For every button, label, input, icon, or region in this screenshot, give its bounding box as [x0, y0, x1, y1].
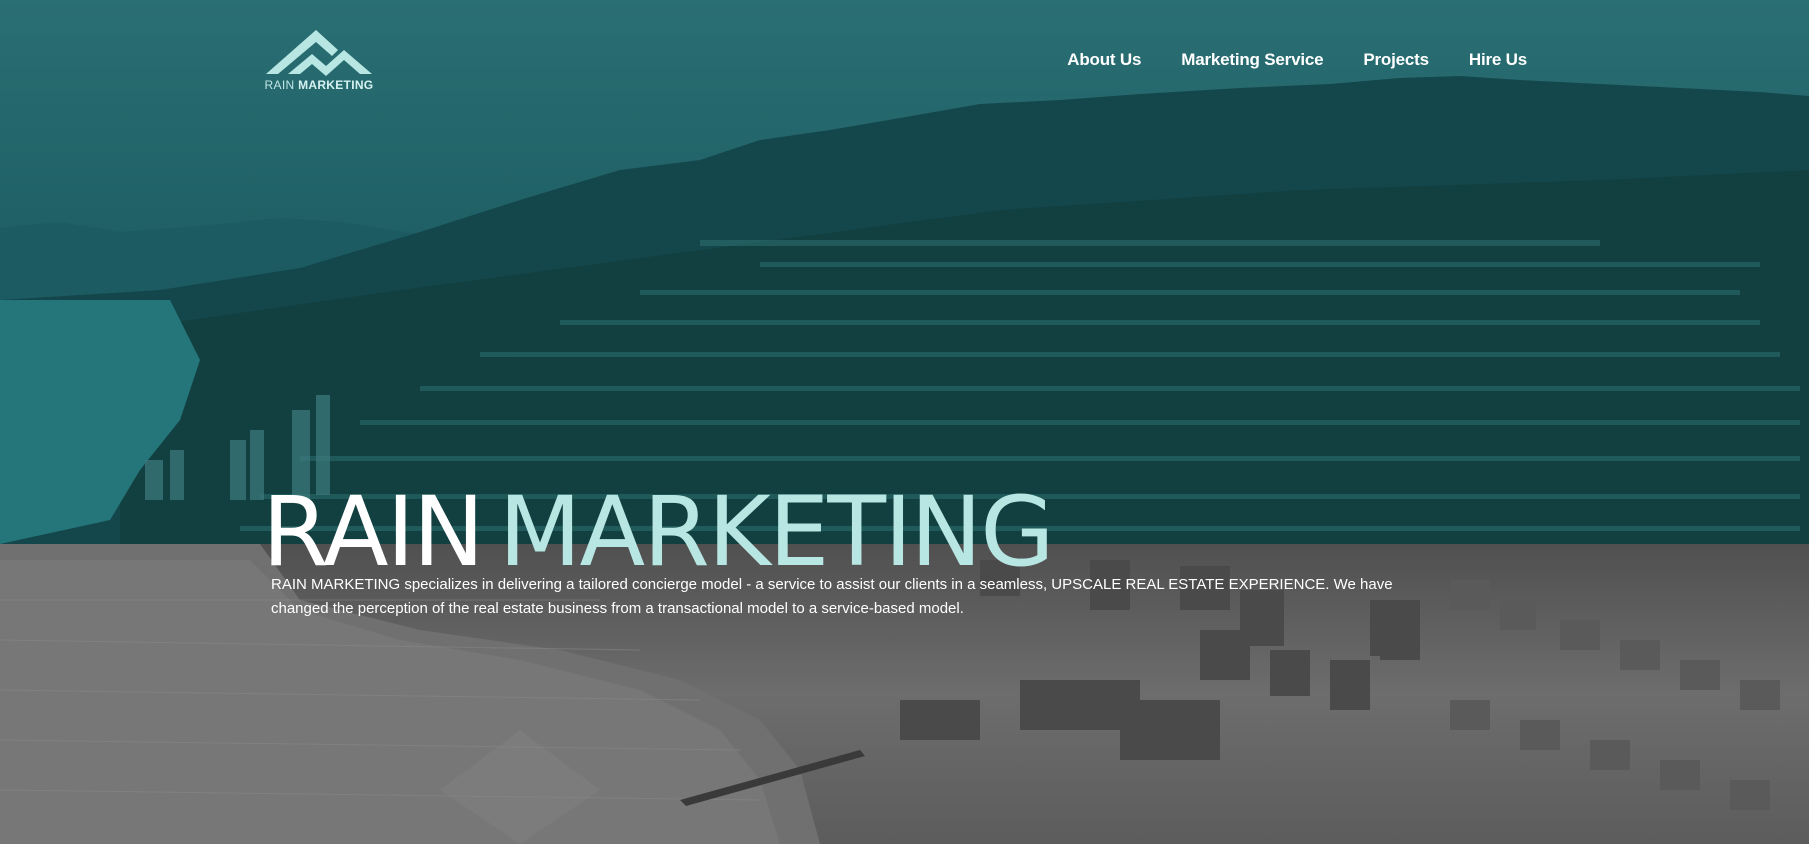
hero-title-word2: MARKETING	[498, 476, 1055, 589]
logo-word1: RAIN	[264, 78, 295, 92]
nav-item-projects[interactable]: Projects	[1363, 50, 1429, 70]
logo-word2: MARKETING	[298, 78, 374, 92]
nav-item-about-us[interactable]: About Us	[1067, 50, 1141, 70]
hero-title-word1: RAIN	[262, 476, 485, 589]
nav-item-marketing-service[interactable]: Marketing Service	[1181, 50, 1323, 70]
hero-description: RAIN MARKETING specializes in delivering…	[271, 576, 1393, 617]
main-nav: About Us Marketing Service Projects Hire…	[1067, 50, 1527, 70]
logo-wordmark: RAIN MARKETING	[264, 78, 374, 92]
page: RAIN MARKETING About Us Marketing Servic…	[0, 0, 1809, 844]
mountain-logo-icon	[266, 30, 372, 76]
city-aerial-background	[0, 76, 1809, 844]
nav-item-hire-us[interactable]: Hire Us	[1469, 50, 1527, 70]
brand-logo[interactable]: RAIN MARKETING	[264, 26, 374, 96]
hero-title: RAIN MARKETING	[262, 484, 1055, 580]
